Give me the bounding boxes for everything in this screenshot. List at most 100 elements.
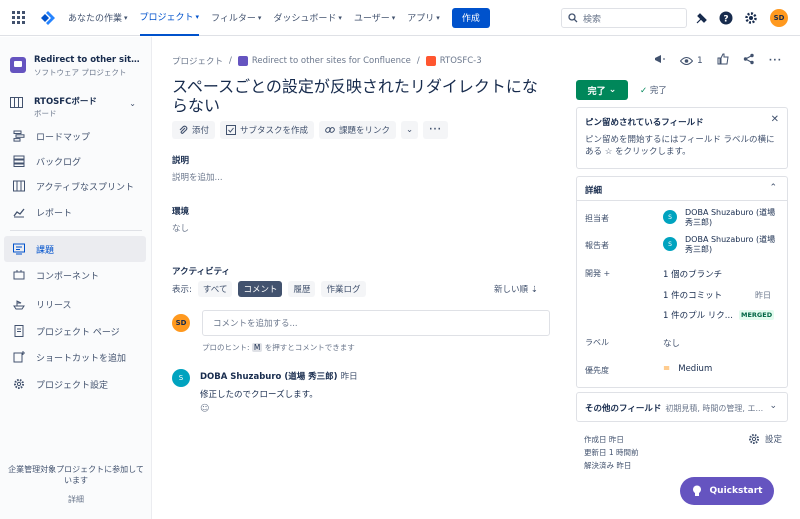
settings-gear-icon[interactable] — [743, 10, 759, 26]
nav-your-work[interactable]: あなたの作業 ▾ — [68, 0, 128, 36]
nav-projects[interactable]: プロジェクト ▾ — [139, 0, 200, 36]
help-icon[interactable]: ? — [718, 10, 734, 26]
issue-title[interactable]: スペースごとの設定が反映されたリダイレクトにならない — [172, 77, 552, 115]
dev-pr-link[interactable]: 1 件のプル リク... — [663, 309, 733, 321]
link-issue-button[interactable]: 課題をリンク — [319, 121, 397, 139]
learn-more-link[interactable]: 詳細 — [6, 494, 146, 505]
updated-date: 更新日 1 時間前 — [584, 448, 639, 457]
nav-dashboards[interactable]: ダッシュボード ▾ — [273, 0, 342, 36]
issues-icon — [12, 242, 26, 256]
quickstart-button[interactable]: Quickstart — [680, 477, 774, 505]
check-icon: ✓ — [640, 86, 648, 96]
assignee-avatar: S — [663, 210, 677, 224]
sidebar-item-roadmap[interactable]: ロードマップ — [4, 123, 146, 149]
eye-icon — [680, 56, 693, 65]
configure-button[interactable]: 設定 — [748, 433, 782, 445]
pinned-fields-panel: ピン留めされているフィールド ✕ ピン留めを開始するにはフィールド ラベルの横に… — [576, 107, 788, 169]
project-type: ソフトウェア プロジェクト — [34, 68, 127, 77]
search-input[interactable]: 検索 — [561, 8, 687, 28]
managed-project-notice: 企業管理対象プロジェクトに参加しています — [8, 465, 144, 485]
filter-all[interactable]: すべて — [197, 281, 233, 297]
breadcrumb-project[interactable]: Redirect to other sites for Confluence — [252, 56, 411, 66]
filter-history[interactable]: 履歴 — [288, 281, 316, 297]
user-avatar[interactable]: SD — [770, 9, 788, 27]
label-value[interactable]: なし — [663, 337, 680, 349]
sort-newest-first[interactable]: 新しい順 ⇣ — [494, 283, 538, 295]
reporter-value[interactable]: DOBA Shuzaburo (道場 秀三郎) — [685, 235, 785, 255]
add-shortcut-icon — [12, 350, 26, 364]
issue-view: プロジェクト / Redirect to other sites for Con… — [152, 37, 800, 519]
sidebar-item-components[interactable]: コンポーネント — [4, 262, 146, 288]
created-date: 作成日 昨日 — [584, 435, 624, 444]
sidebar-item-releases[interactable]: リリース — [4, 291, 146, 317]
app-switcher-icon[interactable] — [12, 10, 26, 25]
other-fields-panel[interactable]: その他のフィールド 初期見積, 時間の管理, エ... ⌄ — [576, 392, 788, 422]
filter-worklog[interactable]: 作業ログ — [321, 281, 366, 297]
project-header[interactable]: Redirect to other sites f... ソフトウェア プロジェ… — [10, 55, 142, 78]
watcher-count: 1 — [697, 55, 703, 66]
sidebar-item-active-sprints[interactable]: アクティブなスプリント — [4, 173, 146, 199]
reporter-label: 報告者 — [585, 241, 609, 250]
filter-comments[interactable]: コメント — [238, 281, 283, 297]
project-name: Redirect to other sites f... — [34, 55, 142, 65]
status-dropdown[interactable]: 完了 ⌄ — [576, 80, 628, 100]
dev-branch-link[interactable]: 1 個のブランチ — [663, 268, 722, 280]
thumbs-up-icon[interactable] — [717, 53, 729, 68]
more-toolbar-button[interactable]: ··· — [423, 121, 448, 139]
components-icon — [12, 268, 26, 282]
sidebar-item-project-pages[interactable]: プロジェクト ページ — [4, 318, 146, 344]
sidebar-item-reports[interactable]: レポート — [4, 199, 146, 225]
sort-icon: ⇣ — [530, 285, 538, 295]
assignee-value[interactable]: DOBA Shuzaburo (道場 秀三郎) — [685, 208, 785, 228]
notifications-icon[interactable] — [694, 10, 710, 26]
description-field[interactable]: 説明を追加... — [172, 171, 223, 183]
current-user-avatar: SD — [172, 314, 190, 332]
comment-input[interactable]: コメントを追加する... — [202, 310, 550, 336]
nav-filters[interactable]: フィルター ▾ — [211, 0, 261, 36]
sprint-board-icon — [12, 179, 26, 193]
activity-filters: 表示: すべて コメント 履歴 作業ログ — [172, 281, 366, 297]
details-header[interactable]: 詳細 ⌃ — [577, 177, 787, 201]
backlog-icon — [12, 154, 26, 168]
search-icon — [568, 13, 578, 23]
watch-button[interactable]: 1 — [680, 56, 703, 66]
attach-button[interactable]: 添付 — [172, 121, 216, 139]
svg-text:?: ? — [723, 15, 728, 25]
board-icon — [10, 97, 24, 111]
sidebar-item-project-settings[interactable]: プロジェクト設定 — [4, 371, 146, 397]
label-label: ラベル — [585, 338, 609, 347]
issue-dates: 作成日 昨日 更新日 1 時間前 解決済み 昨日 — [584, 433, 639, 472]
nav-people[interactable]: ユーザー ▾ — [354, 0, 395, 36]
lightbulb-icon — [692, 485, 701, 496]
sidebar-item-issues[interactable]: 課題 — [4, 236, 146, 262]
resolved-date: 解決済み 昨日 — [584, 461, 632, 470]
board-switcher[interactable]: RTOSFCボード ボード ⌄ — [10, 95, 142, 119]
more-actions-icon[interactable]: ··· — [769, 56, 782, 66]
create-subtask-button[interactable]: サブタスクを作成 — [220, 121, 315, 139]
board-name: RTOSFCボード — [34, 97, 97, 107]
dev-commit-time: 昨日 — [755, 291, 771, 300]
feedback-megaphone-icon[interactable] — [654, 53, 666, 68]
link-issue-dropdown[interactable]: ⌄ — [401, 121, 419, 139]
jira-logo-icon[interactable] — [40, 10, 56, 26]
details-panel: 詳細 ⌃ 担当者 S DOBA Shuzaburo (道場 秀三郎) 報告者 S… — [576, 176, 788, 388]
issue-toolbar: 添付 サブタスクを作成 課題をリンク ⌄ ··· — [172, 121, 448, 139]
close-icon[interactable]: ✕ — [771, 114, 779, 125]
create-button[interactable]: 作成 — [451, 7, 490, 28]
issue-header-actions: 1 ··· — [654, 53, 782, 68]
comment-author-avatar: S — [172, 369, 190, 387]
environment-field[interactable]: なし — [172, 222, 189, 234]
priority-value[interactable]: = Medium — [663, 364, 712, 374]
breadcrumb-projects[interactable]: プロジェクト — [172, 55, 223, 67]
plus-icon: + — [603, 269, 611, 278]
add-reaction-icon[interactable]: ☺ — [200, 404, 209, 414]
nav-apps[interactable]: アプリ ▾ — [407, 0, 440, 36]
share-icon[interactable] — [743, 53, 755, 68]
sidebar-divider — [10, 230, 142, 231]
chevron-down-icon: ⌄ — [406, 125, 414, 135]
sidebar-item-add-shortcut[interactable]: ショートカットを追加 — [4, 344, 146, 370]
comment-author: DOBA Shuzaburo (道場 秀三郎) 昨日 — [200, 372, 358, 382]
breadcrumb-issue-key[interactable]: RTOSFC-3 — [440, 56, 482, 66]
sidebar-item-backlog[interactable]: バックログ — [4, 148, 146, 174]
dev-commit-link[interactable]: 1 件のコミット — [663, 289, 722, 301]
